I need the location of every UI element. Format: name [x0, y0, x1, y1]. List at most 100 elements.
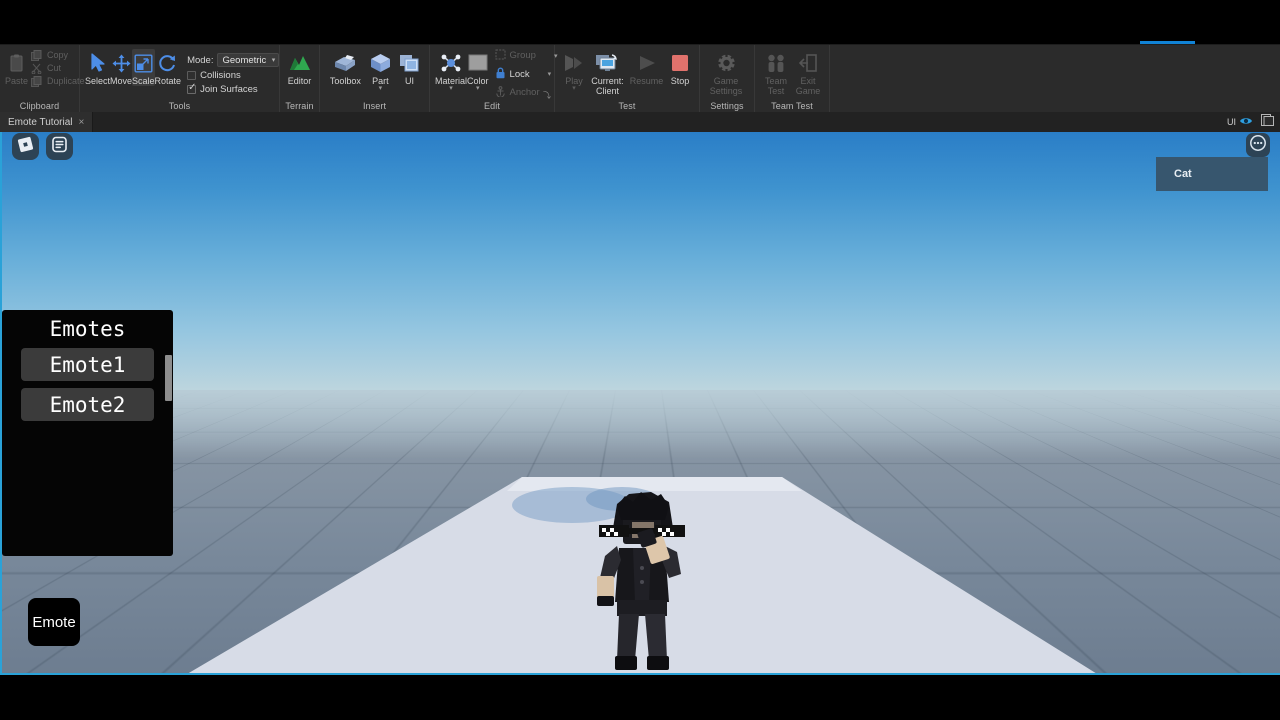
mode-select[interactable]: Geometric [217, 53, 280, 67]
group-icon [495, 49, 506, 63]
document-tab-bar: Emote Tutorial × UI [0, 112, 1280, 132]
emote2-button[interactable]: Emote2 [21, 388, 154, 421]
toolbox-icon [333, 51, 357, 75]
cut-label: Cut [47, 63, 62, 73]
anchor-icon [495, 85, 506, 100]
document-bar-right-controls: UI [1227, 112, 1280, 132]
team-test-button[interactable]: Team Test [760, 49, 792, 96]
edit-dialog-launcher[interactable]: ⤵ [543, 90, 551, 101]
paste-icon [9, 51, 24, 75]
tools-group-label: Tools [168, 101, 191, 111]
rotate-tool-label: Rotate [154, 76, 182, 86]
material-button[interactable]: Material ▾ [435, 49, 467, 92]
move-tool-label: Move [110, 76, 133, 86]
current-client-button[interactable]: Current: Client [588, 49, 627, 96]
paste-button[interactable]: Paste [5, 49, 28, 86]
play-dropdown-arrow-icon[interactable]: ▾ [572, 85, 576, 92]
join-surfaces-checkbox[interactable] [187, 82, 196, 94]
mode-label: Mode: [187, 54, 214, 66]
part-button[interactable]: Part ▾ [366, 49, 395, 92]
terrain-editor-button[interactable]: Editor [285, 49, 314, 86]
move-tool-button[interactable]: Move [110, 49, 132, 86]
material-molecule-icon [440, 51, 462, 75]
document-tab-emote-tutorial[interactable]: Emote Tutorial × [0, 112, 94, 132]
color-button[interactable]: Color ▾ [467, 49, 489, 92]
material-dropdown-arrow-icon[interactable]: ▾ [449, 85, 453, 92]
ui-visibility-toggle[interactable]: UI [1227, 116, 1253, 128]
rotate-icon [158, 51, 177, 75]
stop-button[interactable]: Stop [666, 49, 694, 86]
part-dropdown-arrow-icon[interactable]: ▾ [379, 85, 383, 92]
collisions-checkbox[interactable] [187, 71, 197, 80]
cut-icon [30, 62, 43, 74]
select-tool-button[interactable]: Select [85, 49, 110, 86]
ribbon-group-insert: Toolbox Part ▾ UI Insert [320, 45, 430, 113]
anchor-label: Anchor [509, 87, 540, 98]
team-people-icon [765, 51, 787, 75]
studio-window: Paste Copy Cut Duplicate Clipboard Selec… [0, 0, 1280, 720]
game-viewport[interactable]: Cat Emotes Emote1 Emote2 Emote [0, 132, 1280, 675]
clipboard-actions: Copy Cut Duplicate [28, 49, 85, 87]
chat-button[interactable] [46, 133, 73, 160]
emote-toggle-button[interactable]: Emote [28, 598, 80, 646]
roblox-logo-icon [17, 136, 34, 158]
ribbon-group-terrain: Editor Terrain [280, 45, 320, 113]
resume-button[interactable]: Resume [627, 49, 666, 86]
lock-dropdown-arrow-icon[interactable]: ▾ [548, 70, 552, 78]
scale-tool-label: Scale [132, 76, 155, 86]
more-options-button[interactable] [1246, 133, 1270, 157]
chat-list-icon [51, 136, 68, 158]
ribbon-group-team-test: Team Test Exit Game Team Test [755, 45, 830, 113]
team-test-label: Team Test [764, 76, 787, 96]
duplicate-label: Duplicate [47, 76, 85, 86]
play-icon [563, 51, 585, 75]
scale-tool-button[interactable]: Scale [132, 49, 155, 86]
color-dropdown-arrow-icon[interactable]: ▾ [476, 85, 480, 92]
play-button[interactable]: Play ▾ [560, 49, 588, 92]
part-cube-icon [370, 51, 391, 75]
ribbon-group-tools: Select Move Scale Rotate Mode: Geometric… [80, 45, 280, 113]
copy-button[interactable]: Copy [30, 49, 85, 61]
duplicate-button[interactable]: Duplicate [30, 75, 85, 87]
exit-game-button[interactable]: Exit Game [792, 49, 824, 96]
ribbon-group-clipboard: Paste Copy Cut Duplicate Clipboard [0, 45, 85, 113]
resume-label: Resume [629, 76, 664, 86]
collisions-label: Collisions [200, 70, 241, 81]
cursor-arrow-icon [89, 51, 107, 75]
ui-button[interactable]: UI [395, 49, 424, 86]
terrain-editor-icon [289, 51, 311, 75]
emotes-panel-title: Emotes [49, 317, 126, 341]
emotes-panel[interactable]: Emotes Emote1 Emote2 [2, 310, 173, 556]
rotate-tool-button[interactable]: Rotate [154, 49, 182, 86]
cat-panel[interactable]: Cat [1156, 157, 1268, 191]
window-layout-icon[interactable] [1261, 113, 1274, 131]
group-row[interactable]: Group ▾ [495, 49, 557, 63]
lock-icon [495, 67, 506, 82]
toolbox-label: Toolbox [329, 76, 361, 86]
paste-label: Paste [5, 76, 29, 86]
team-test-group-label: Team Test [771, 101, 813, 111]
cat-panel-label: Cat [1174, 168, 1192, 180]
exit-game-label: Exit Game [795, 76, 821, 96]
stop-label: Stop [670, 76, 690, 86]
emotes-panel-scrollbar[interactable] [165, 355, 172, 401]
resume-triangle-icon [636, 51, 658, 75]
game-settings-button[interactable]: Game Settings [705, 49, 747, 96]
cut-button[interactable]: Cut [30, 62, 85, 74]
mode-row: Mode: Geometric [187, 53, 280, 67]
ui-visibility-label: UI [1227, 117, 1236, 127]
toolbox-button[interactable]: Toolbox [325, 49, 366, 86]
client-monitor-icon [595, 51, 619, 75]
stop-square-icon [670, 51, 690, 75]
copy-icon [30, 49, 43, 61]
settings-group-label: Settings [710, 101, 744, 111]
lock-row[interactable]: Lock ▾ [495, 67, 558, 82]
color-swatch-icon [468, 51, 488, 75]
roblox-home-button[interactable] [12, 133, 39, 160]
emote1-button[interactable]: Emote1 [21, 348, 154, 381]
game-settings-label: Game Settings [709, 76, 743, 96]
clipboard-group-label: Clipboard [19, 101, 60, 111]
collisions-row[interactable]: Collisions [187, 70, 279, 81]
join-surfaces-row[interactable]: Join Surfaces [187, 82, 279, 95]
close-icon[interactable]: × [78, 117, 84, 128]
